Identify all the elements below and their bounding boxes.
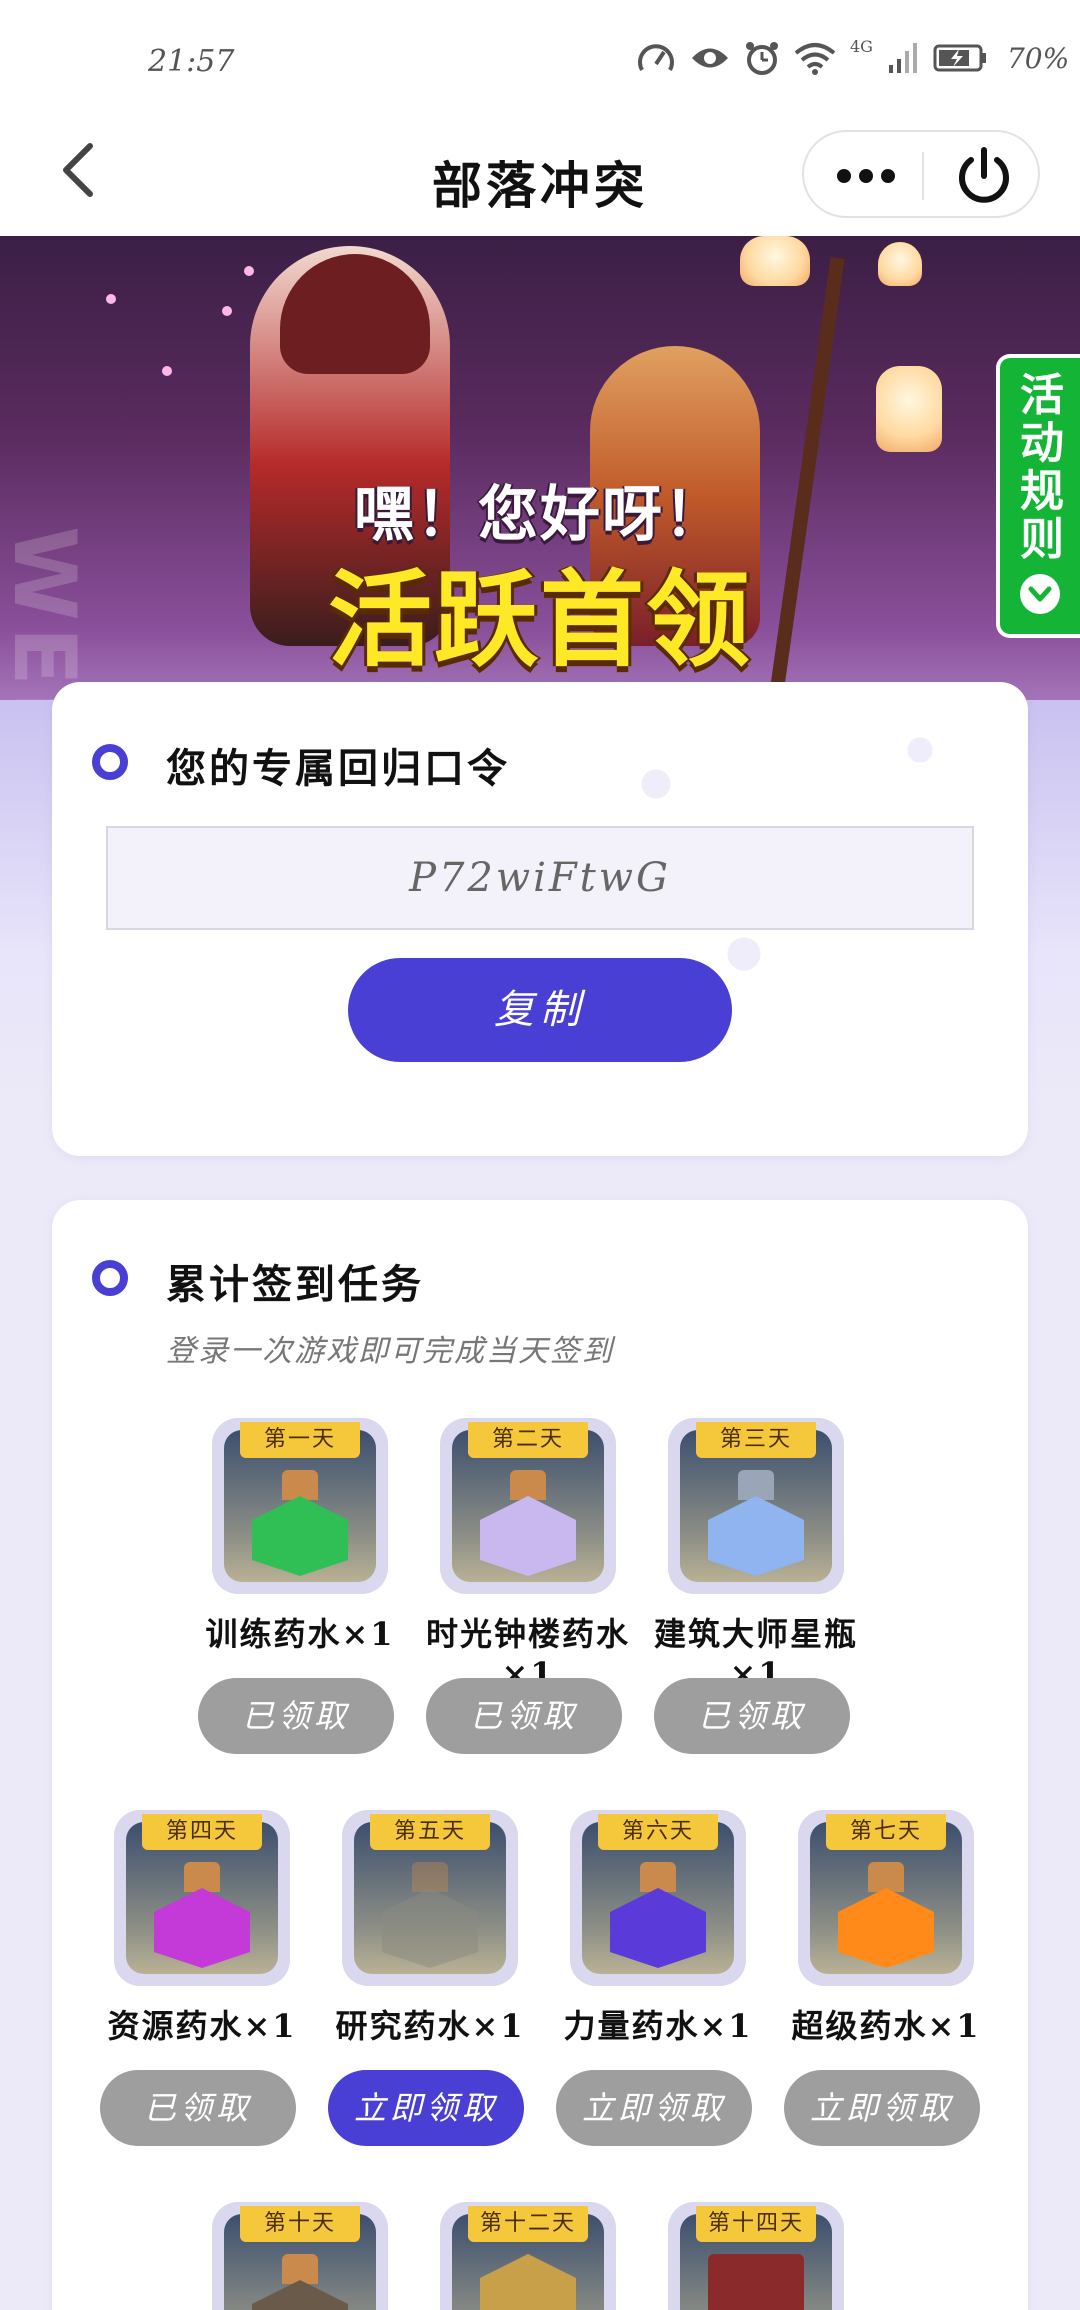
battery-percent: 70% xyxy=(1006,41,1070,75)
potion-icon xyxy=(610,1888,706,1968)
reward-label: 资源药水×1 xyxy=(107,2007,297,2045)
reward-day-tag: 第五天 xyxy=(370,1814,490,1850)
lantern-image xyxy=(740,236,810,286)
section-dot-icon xyxy=(92,1260,128,1296)
reward-day-tag: 第一天 xyxy=(240,1422,360,1458)
more-dots-icon xyxy=(837,169,895,183)
status-icons: 4G 70% xyxy=(636,36,1070,76)
reward-day-tag: 第二天 xyxy=(468,1422,588,1458)
eye-icon xyxy=(692,48,728,68)
reward-label: 力量药水×1 xyxy=(563,2007,753,2045)
wifi-icon xyxy=(794,43,836,75)
potion-icon xyxy=(252,1496,348,1576)
rules-tab-label: 活动规则 xyxy=(1020,370,1064,565)
reward-label: 研究药水×1 xyxy=(335,2007,525,2045)
claimed-button[interactable]: 已领取 xyxy=(198,1678,394,1754)
reward-day-tag: 第四天 xyxy=(142,1814,262,1850)
claimed-button[interactable]: 已领取 xyxy=(654,1678,850,1754)
alarm-icon xyxy=(746,42,778,75)
copy-button[interactable]: 复制 xyxy=(348,958,732,1062)
rules-tab[interactable]: 活动规则 xyxy=(996,354,1080,638)
potion-icon xyxy=(382,1888,478,1968)
section-dot-icon xyxy=(92,744,128,780)
chevron-down-icon xyxy=(1020,574,1060,614)
reward-label: 训练药水×1 xyxy=(205,1615,395,1653)
lantern-image xyxy=(876,366,942,452)
star-image xyxy=(244,266,254,276)
star-image xyxy=(106,294,116,304)
speedometer-icon xyxy=(638,44,674,71)
status-bar: 21:57 4G 70% xyxy=(0,0,1080,126)
potion-icon xyxy=(838,1888,934,1968)
mini-program-capsule xyxy=(802,130,1040,218)
potion-icon xyxy=(252,2280,348,2310)
return-code-field[interactable]: P72wiFtwG xyxy=(106,826,974,930)
reward-day-tag: 第十天 xyxy=(240,2206,360,2242)
reward-day-tag: 第三天 xyxy=(696,1422,816,1458)
star-jar-icon xyxy=(708,1496,804,1576)
star-image xyxy=(162,366,172,376)
banner-headline: 活跃首领 xyxy=(327,559,752,681)
potion-icon xyxy=(480,1496,576,1576)
power-icon xyxy=(959,147,1009,203)
capsule-divider xyxy=(922,152,924,200)
reward-day-tag: 第七天 xyxy=(826,1814,946,1850)
star-image xyxy=(222,306,232,316)
more-button[interactable] xyxy=(826,146,906,206)
status-time: 21:57 xyxy=(148,44,235,79)
checkin-section-subtitle: 登录一次游戏即可完成当天签到 xyxy=(166,1334,614,1369)
book-icon xyxy=(708,2254,804,2310)
nav-bar: 部落冲突 xyxy=(0,126,1080,236)
potion-icon xyxy=(154,1888,250,1968)
network-type: 4G xyxy=(850,36,873,56)
reward-day-tag: 第十四天 xyxy=(696,2206,816,2242)
claim-locked-button[interactable]: 立即领取 xyxy=(784,2070,980,2146)
lantern-image xyxy=(878,242,922,286)
ring-icon xyxy=(480,2254,576,2310)
close-button[interactable] xyxy=(944,146,1024,206)
code-section-title: 您的专属回归口令 xyxy=(166,745,510,792)
claimed-button[interactable]: 已领取 xyxy=(426,1678,622,1754)
claim-locked-button[interactable]: 立即领取 xyxy=(556,2070,752,2146)
reward-day-tag: 第十二天 xyxy=(468,2206,588,2242)
battery-icon xyxy=(933,44,986,72)
claim-now-button[interactable]: 立即领取 xyxy=(328,2070,524,2146)
signal-icon xyxy=(888,43,917,73)
reward-label: 超级药水×1 xyxy=(791,2007,981,2045)
reward-day-tag: 第六天 xyxy=(598,1814,718,1850)
claimed-button[interactable]: 已领取 xyxy=(100,2070,296,2146)
checkin-section-title: 累计签到任务 xyxy=(166,1261,424,1308)
